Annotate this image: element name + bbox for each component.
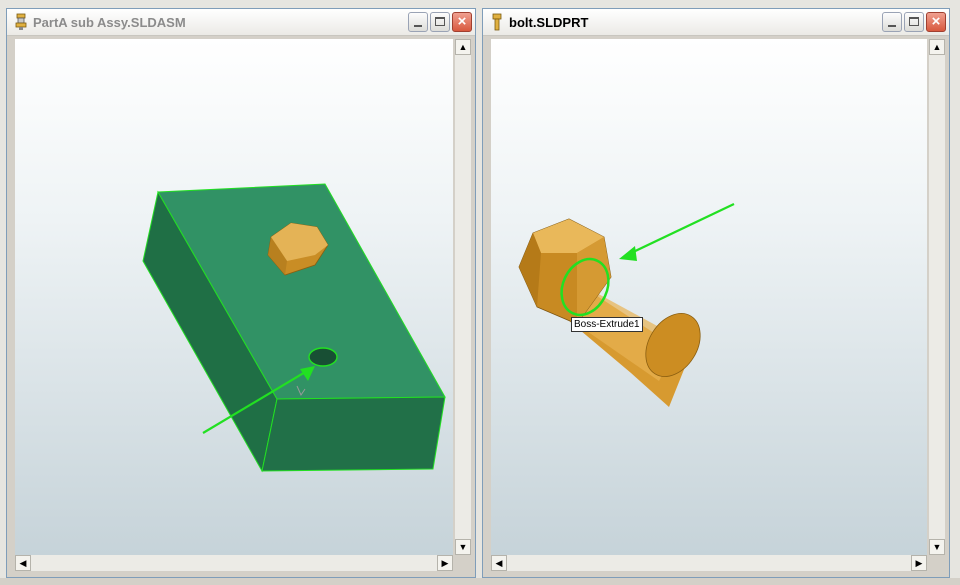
maximize-button[interactable] bbox=[430, 12, 450, 32]
assembly-titlebar[interactable]: PartA sub Assy.SLDASM × bbox=[7, 9, 475, 36]
scroll-up-button[interactable]: ▲ bbox=[929, 39, 945, 55]
scroll-up-button[interactable]: ▲ bbox=[455, 39, 471, 55]
minimize-button[interactable] bbox=[408, 12, 428, 32]
part-window-title: bolt.SLDPRT bbox=[509, 15, 589, 30]
hole-edge[interactable] bbox=[308, 347, 338, 367]
minimize-icon bbox=[414, 25, 422, 27]
assembly-graphics-area[interactable] bbox=[15, 39, 453, 555]
maximize-icon bbox=[435, 17, 445, 26]
part-graphics-area[interactable]: Boss-Extrude1 bbox=[491, 39, 927, 555]
scroll-down-button[interactable]: ▼ bbox=[455, 539, 471, 555]
maximize-icon bbox=[909, 17, 919, 26]
part-window[interactable]: bolt.SLDPRT × Boss-Extrude1 ▲ ▼ ◀ ▶ bbox=[482, 8, 950, 578]
assembly-window-title: PartA sub Assy.SLDASM bbox=[33, 15, 186, 30]
scroll-down-button[interactable]: ▼ bbox=[929, 539, 945, 555]
close-icon: × bbox=[931, 13, 941, 30]
block-front-face[interactable] bbox=[261, 396, 446, 472]
part-titlebar[interactable]: bolt.SLDPRT × bbox=[483, 9, 949, 36]
assembly-horizontal-scrollbar[interactable]: ◀ ▶ bbox=[15, 555, 453, 571]
part-horizontal-scrollbar[interactable]: ◀ ▶ bbox=[491, 555, 927, 571]
toolbar-strip bbox=[0, 578, 960, 585]
close-icon: × bbox=[457, 13, 467, 30]
scroll-left-button[interactable]: ◀ bbox=[491, 555, 507, 571]
minimize-icon bbox=[888, 25, 896, 27]
part-vertical-scrollbar[interactable]: ▲ ▼ bbox=[929, 39, 945, 555]
maximize-button[interactable] bbox=[904, 12, 924, 32]
scroll-right-button[interactable]: ▶ bbox=[437, 555, 453, 571]
minimize-button[interactable] bbox=[882, 12, 902, 32]
scroll-right-button[interactable]: ▶ bbox=[911, 555, 927, 571]
scroll-left-button[interactable]: ◀ bbox=[15, 555, 31, 571]
feature-callout-label: Boss-Extrude1 bbox=[571, 317, 643, 332]
assembly-model bbox=[142, 183, 446, 473]
mate-arrow-icon bbox=[619, 203, 735, 261]
close-button[interactable]: × bbox=[452, 12, 472, 32]
bolt-model bbox=[518, 203, 735, 407]
scrollbar-corner bbox=[929, 555, 945, 571]
close-button[interactable]: × bbox=[926, 12, 946, 32]
scrollbar-corner bbox=[455, 555, 471, 571]
assembly-icon bbox=[15, 13, 27, 30]
part-icon bbox=[492, 13, 502, 31]
assembly-window[interactable]: PartA sub Assy.SLDASM × ▲ ▼ ◀ ▶ bbox=[6, 8, 476, 578]
assembly-vertical-scrollbar[interactable]: ▲ ▼ bbox=[455, 39, 471, 555]
